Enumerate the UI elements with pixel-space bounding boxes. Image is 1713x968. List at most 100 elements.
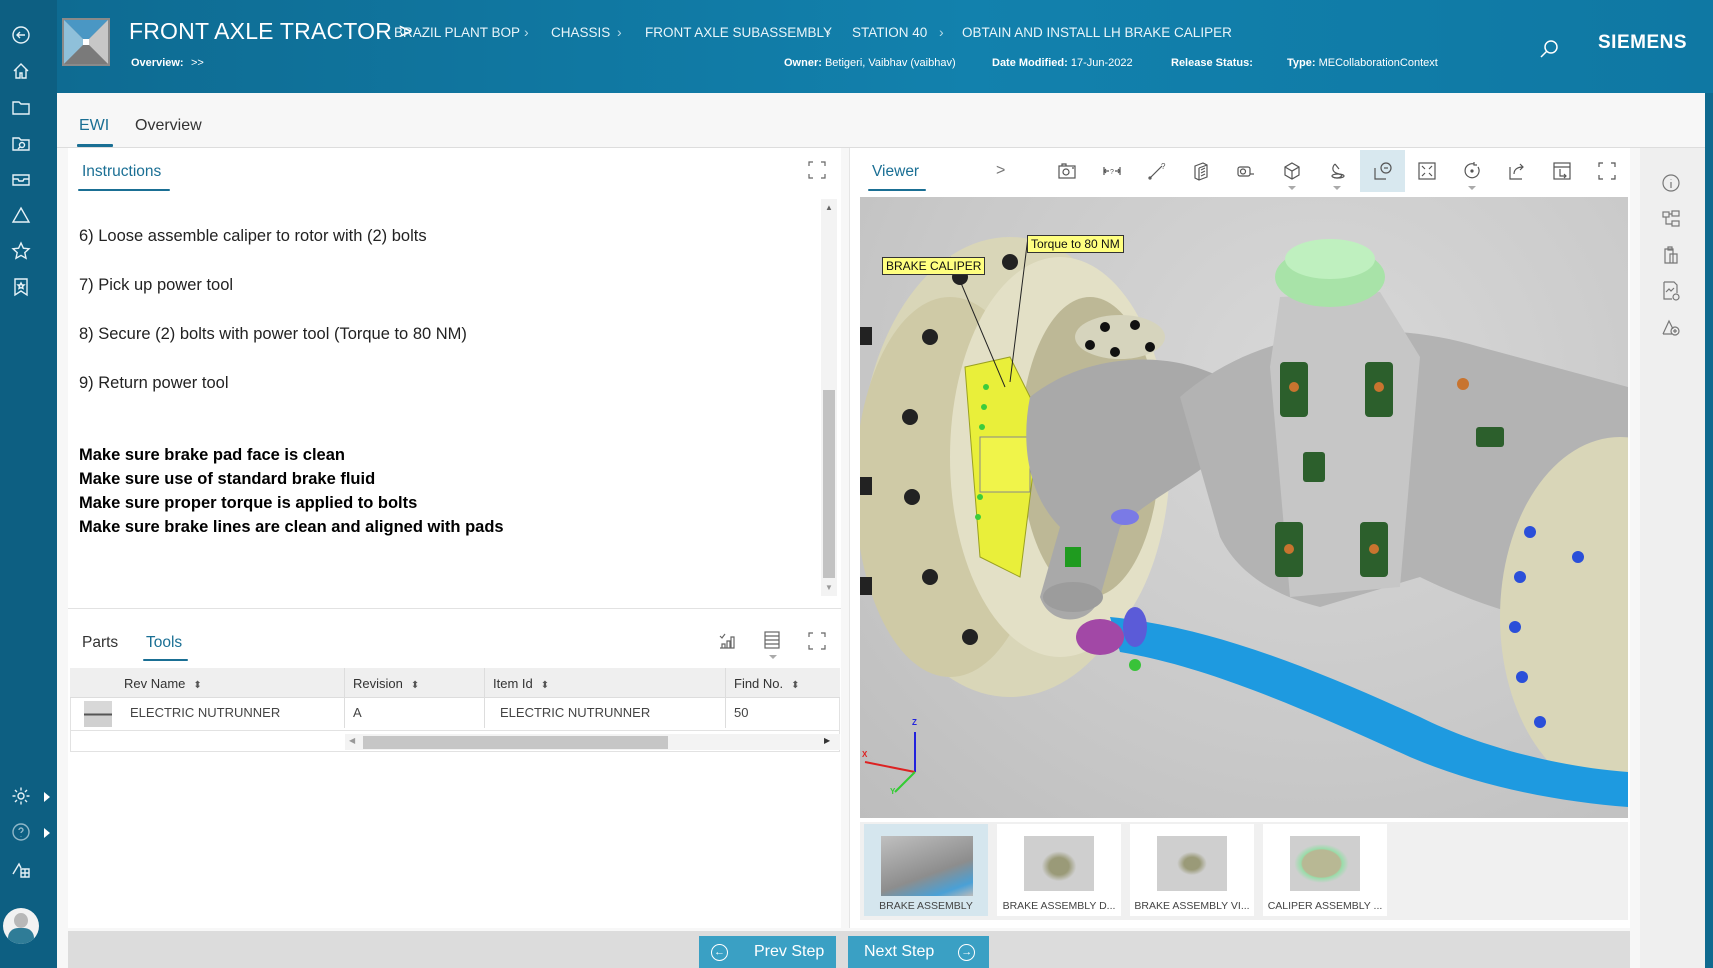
brake-caliper-callout[interactable]: BRAKE CALIPER — [882, 257, 986, 275]
breadcrumb-separator: › — [617, 24, 622, 40]
lighting-dropdown-caret[interactable] — [1333, 186, 1341, 190]
snapshot-label: BRAKE ASSEMBLY VI... — [1134, 900, 1250, 912]
lighting-icon[interactable] — [1322, 158, 1352, 184]
inbox-icon[interactable] — [8, 166, 34, 192]
user-avatar[interactable] — [3, 908, 39, 944]
owner-label: Owner: — [784, 57, 822, 69]
settings-expand-caret[interactable] — [44, 792, 50, 802]
snapshot-card[interactable]: BRAKE ASSEMBLY — [864, 824, 988, 916]
column-header-find-no[interactable]: Find No. ⬍ — [734, 676, 800, 691]
home-icon[interactable] — [8, 58, 34, 84]
right-edge-bar — [1705, 93, 1713, 968]
view-orientation-icon[interactable] — [1547, 158, 1577, 184]
snapshot-card[interactable]: CALIPER ASSEMBLY ... — [1263, 824, 1387, 916]
back-icon[interactable] — [8, 22, 34, 48]
help-expand-caret[interactable] — [44, 828, 50, 838]
tab-overview[interactable]: Overview — [135, 117, 202, 135]
sort-icon[interactable]: ⬍ — [411, 680, 419, 691]
rotate-icon[interactable] — [1457, 158, 1487, 184]
type-property: Type: MECollaborationContext — [1287, 57, 1438, 69]
tab-ewi[interactable]: EWI — [79, 117, 109, 135]
instruction-step: 8) Secure (2) bolts with power tool (Tor… — [79, 325, 467, 343]
favorites-star-icon[interactable] — [8, 238, 34, 264]
scroll-down-arrow-icon[interactable]: ▼ — [825, 583, 833, 592]
object-type-logo-icon — [62, 18, 110, 66]
svg-text:?: ? — [1110, 169, 1114, 176]
settings-gear-icon[interactable] — [8, 783, 34, 809]
column-header-item-id[interactable]: Item Id ⬍ — [493, 676, 549, 691]
snapshot-label: BRAKE ASSEMBLY D... — [1002, 900, 1116, 912]
breadcrumb-separator: › — [939, 24, 944, 40]
markup-icon[interactable] — [1231, 158, 1261, 184]
sort-icon[interactable]: ⬍ — [541, 680, 549, 691]
scroll-left-arrow-icon[interactable]: ◀ — [349, 736, 355, 745]
instructions-title[interactable]: Instructions — [82, 163, 161, 181]
breadcrumb-item[interactable]: CHASSIS — [551, 25, 610, 40]
overview-expand-link[interactable]: >> — [191, 57, 204, 69]
list-view-icon[interactable] — [761, 629, 783, 651]
column-header-rev-name[interactable]: Rev Name ⬍ — [124, 676, 202, 691]
add-shape-icon[interactable] — [1660, 316, 1684, 340]
tools-fullscreen-icon[interactable] — [806, 630, 828, 652]
cell-find-no: 50 — [734, 705, 749, 720]
fit-all-icon[interactable] — [1412, 158, 1442, 184]
info-icon[interactable] — [1660, 172, 1684, 196]
column-filter-icon[interactable] — [716, 630, 738, 652]
search-icon[interactable] — [1538, 38, 1560, 60]
snapshot-icon[interactable] — [1052, 158, 1082, 184]
next-step-button[interactable]: Next Step → — [848, 936, 989, 968]
table-scrollbar-thumb[interactable] — [363, 736, 668, 749]
scroll-right-arrow-icon[interactable]: ▶ — [824, 736, 830, 745]
folder-search-icon[interactable] — [8, 130, 34, 156]
column-header-label: Rev Name — [124, 676, 186, 691]
scroll-up-arrow-icon[interactable]: ▲ — [825, 203, 833, 212]
ewi-left-panel — [68, 148, 841, 928]
tab-parts[interactable]: Parts — [82, 634, 118, 652]
tab-tools[interactable]: Tools — [146, 634, 182, 652]
report-icon[interactable] — [1660, 280, 1684, 304]
date-value: 17-Jun-2022 — [1070, 57, 1133, 69]
svg-text:?: ? — [1161, 162, 1166, 171]
help-icon[interactable] — [8, 819, 34, 845]
display-style-icon[interactable] — [1277, 158, 1307, 184]
torque-callout[interactable]: Torque to 80 NM — [1027, 235, 1124, 253]
snapshot-image — [1157, 836, 1227, 891]
axis-z-label: Z — [912, 718, 917, 727]
list-view-dropdown-caret[interactable] — [769, 655, 777, 659]
section-icon[interactable] — [1186, 158, 1216, 184]
column-header-label: Revision — [353, 676, 403, 691]
viewer-expand-chevron-icon[interactable]: > — [996, 162, 1005, 180]
viewer-title[interactable]: Viewer — [872, 163, 919, 181]
3d-viewport[interactable]: BRAKE CALIPER Torque to 80 NM Z X Y — [860, 197, 1628, 818]
prev-step-button[interactable]: ← Prev Step — [699, 936, 836, 968]
share-icon[interactable] — [1502, 158, 1532, 184]
tab-tools-underline — [143, 659, 188, 661]
breadcrumb-item[interactable]: FRONT AXLE SUBASSEMBLY — [645, 25, 832, 40]
measure-distance-icon[interactable]: ? — [1097, 158, 1127, 184]
structure-icon[interactable] — [1660, 208, 1684, 232]
instructions-fullscreen-icon[interactable] — [806, 159, 828, 181]
snapshot-card[interactable]: BRAKE ASSEMBLY VI... — [1130, 824, 1254, 916]
sort-icon[interactable]: ⬍ — [193, 680, 201, 691]
breadcrumb-item[interactable]: BRAZIL PLANT BOP — [394, 25, 520, 40]
measure-line-icon[interactable]: ? — [1142, 158, 1172, 184]
tool-thumbnail-icon — [84, 701, 112, 727]
bookmark-icon[interactable] — [8, 274, 34, 300]
breadcrumb-item[interactable]: STATION 40 — [852, 25, 927, 40]
instruction-note: Make sure brake lines are clean and alig… — [79, 518, 504, 536]
folder-icon[interactable] — [8, 94, 34, 120]
cell-item-id: ELECTRIC NUTRUNNER — [500, 705, 651, 720]
column-header-revision[interactable]: Revision ⬍ — [353, 676, 419, 691]
change-triangle-icon[interactable] — [8, 202, 34, 228]
clipboard-icon[interactable] — [1660, 244, 1684, 268]
workspace-icon[interactable] — [8, 856, 34, 882]
rotate-dropdown-caret[interactable] — [1468, 186, 1476, 190]
app-header — [57, 0, 1713, 93]
siemens-logo: SIEMENS — [1598, 32, 1688, 53]
viewer-fullscreen-icon[interactable] — [1592, 158, 1622, 184]
instructions-scrollbar-thumb[interactable] — [823, 390, 835, 578]
pmi-callout-icon[interactable] — [1360, 150, 1405, 192]
display-style-dropdown-caret[interactable] — [1288, 186, 1296, 190]
sort-icon[interactable]: ⬍ — [791, 680, 799, 691]
snapshot-card[interactable]: BRAKE ASSEMBLY D... — [997, 824, 1121, 916]
